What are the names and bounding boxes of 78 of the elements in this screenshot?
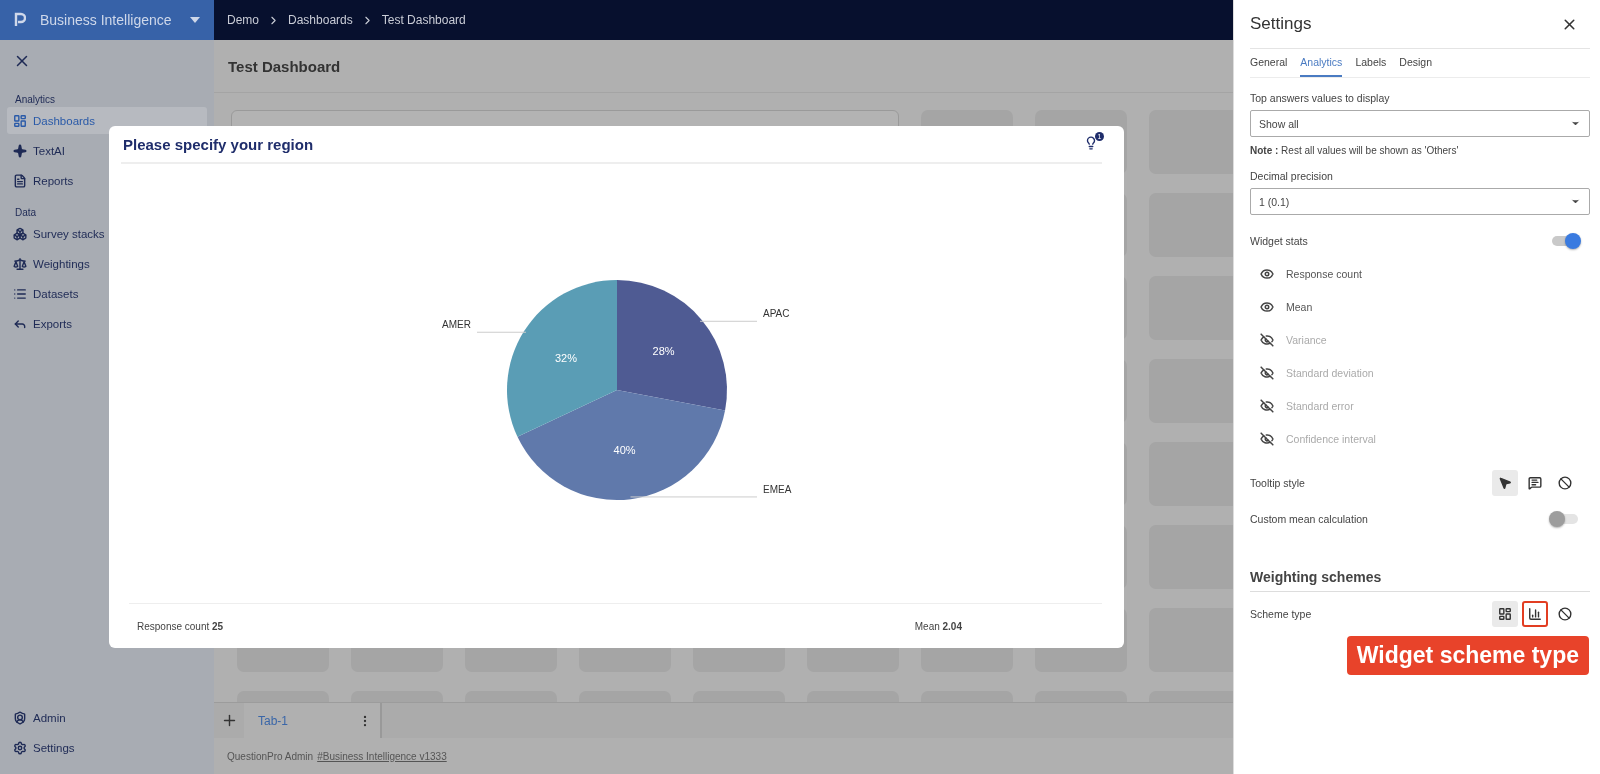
setting-label: Widget stats xyxy=(1250,235,1308,247)
callout-label: Widget scheme type xyxy=(1346,636,1589,675)
scale-icon xyxy=(13,256,27,271)
nav-item[interactable]: Settings xyxy=(7,734,207,761)
percent-label: 28% xyxy=(652,345,675,358)
settings-icon xyxy=(13,740,27,755)
footer-text: QuestionPro Admin xyxy=(227,750,314,762)
logo-icon xyxy=(14,12,26,28)
ban-icon xyxy=(1558,607,1572,621)
percent-label: 32% xyxy=(554,351,577,364)
settings-tab[interactable]: General xyxy=(1250,49,1288,77)
pointer-icon xyxy=(1498,476,1512,490)
stat-label: Variance xyxy=(1286,333,1327,346)
toggle-switch[interactable] xyxy=(1552,514,1578,524)
toggle-switch[interactable] xyxy=(1552,236,1578,246)
eye-off-icon[interactable] xyxy=(1260,365,1274,380)
setting-label: Scheme type xyxy=(1250,608,1312,620)
widget-title: Please specify your region xyxy=(123,135,314,153)
scheme-type-option[interactable] xyxy=(1492,601,1518,627)
category-label: EMEA xyxy=(763,483,792,495)
category-label: APAC xyxy=(763,308,790,320)
eye-off-icon[interactable] xyxy=(1260,332,1274,347)
breadcrumb-link[interactable]: Test Dashboard xyxy=(381,13,466,27)
grid-icon xyxy=(1498,607,1512,621)
stat-label: Standard deviation xyxy=(1286,366,1374,379)
dashboard-icon xyxy=(13,113,27,128)
document-icon xyxy=(13,173,27,188)
version-link[interactable]: #Business Intelligence v1333 xyxy=(317,750,447,762)
select-field[interactable]: 1 (0.1) xyxy=(1250,188,1590,215)
list-icon xyxy=(13,286,27,301)
user-shield-icon xyxy=(13,710,27,725)
app-title: Business Intelligence xyxy=(40,12,173,28)
nav-item[interactable]: Admin xyxy=(7,704,207,731)
stack-icon xyxy=(13,226,27,241)
leader-line xyxy=(699,320,758,322)
nav-item[interactable]: Survey stacks xyxy=(7,220,207,247)
dropdown-caret-icon[interactable] xyxy=(190,17,200,23)
field-label: Top answers values to display xyxy=(1250,92,1390,104)
section-heading: Analytics xyxy=(15,94,55,105)
section-heading: Data xyxy=(15,207,37,218)
select-field[interactable]: Show all xyxy=(1250,110,1590,137)
settings-tab[interactable]: Analytics xyxy=(1300,49,1343,77)
tab-label: Tab-1 xyxy=(258,713,289,728)
eye-off-icon[interactable] xyxy=(1260,398,1274,413)
setting-label: Tooltip style xyxy=(1250,477,1305,489)
ban-icon xyxy=(1558,476,1572,490)
percent-label: 40% xyxy=(613,444,636,456)
nav-item[interactable]: Exports xyxy=(7,310,207,337)
panel-title: Settings xyxy=(1250,14,1312,34)
bar-chart-icon xyxy=(1528,607,1542,621)
page-title: Test Dashboard xyxy=(228,57,341,75)
nav-item[interactable]: Weightings xyxy=(7,250,207,277)
settings-tab[interactable]: Design xyxy=(1399,49,1432,77)
eye-icon[interactable] xyxy=(1260,266,1274,281)
section-title: Weighting schemes xyxy=(1250,569,1590,592)
stat-label: Standard error xyxy=(1286,399,1354,412)
stat-text: Response count 25 xyxy=(137,620,224,632)
comment-icon xyxy=(1528,476,1542,490)
scheme-type-option[interactable] xyxy=(1522,601,1548,627)
eye-icon[interactable] xyxy=(1260,299,1274,314)
setting-label: Custom mean calculation xyxy=(1250,513,1368,525)
breadcrumb-link[interactable]: Dashboards xyxy=(288,13,353,27)
field-label: Decimal precision xyxy=(1250,170,1333,182)
stat-label: Response count xyxy=(1286,267,1362,280)
nav-item[interactable]: Reports xyxy=(7,167,207,194)
lightbulb-icon[interactable] xyxy=(1084,136,1098,150)
eye-off-icon[interactable] xyxy=(1260,431,1274,446)
category-label: AMER xyxy=(442,319,471,331)
leader-line xyxy=(476,331,527,333)
breadcrumb-link[interactable]: Demo xyxy=(227,13,259,27)
tooltip-style-option[interactable] xyxy=(1492,470,1518,496)
settings-tab[interactable]: Labels xyxy=(1355,49,1387,77)
nav-item[interactable]: Datasets xyxy=(7,280,207,307)
stat-label: Confidence interval xyxy=(1286,432,1376,445)
sparkle-icon xyxy=(13,143,27,158)
stat-label: Mean xyxy=(1286,300,1313,313)
stat-text: Mean 2.04 xyxy=(914,620,962,632)
note-text: Note : Rest all values will be shown as 'Others' xyxy=(1250,145,1459,156)
